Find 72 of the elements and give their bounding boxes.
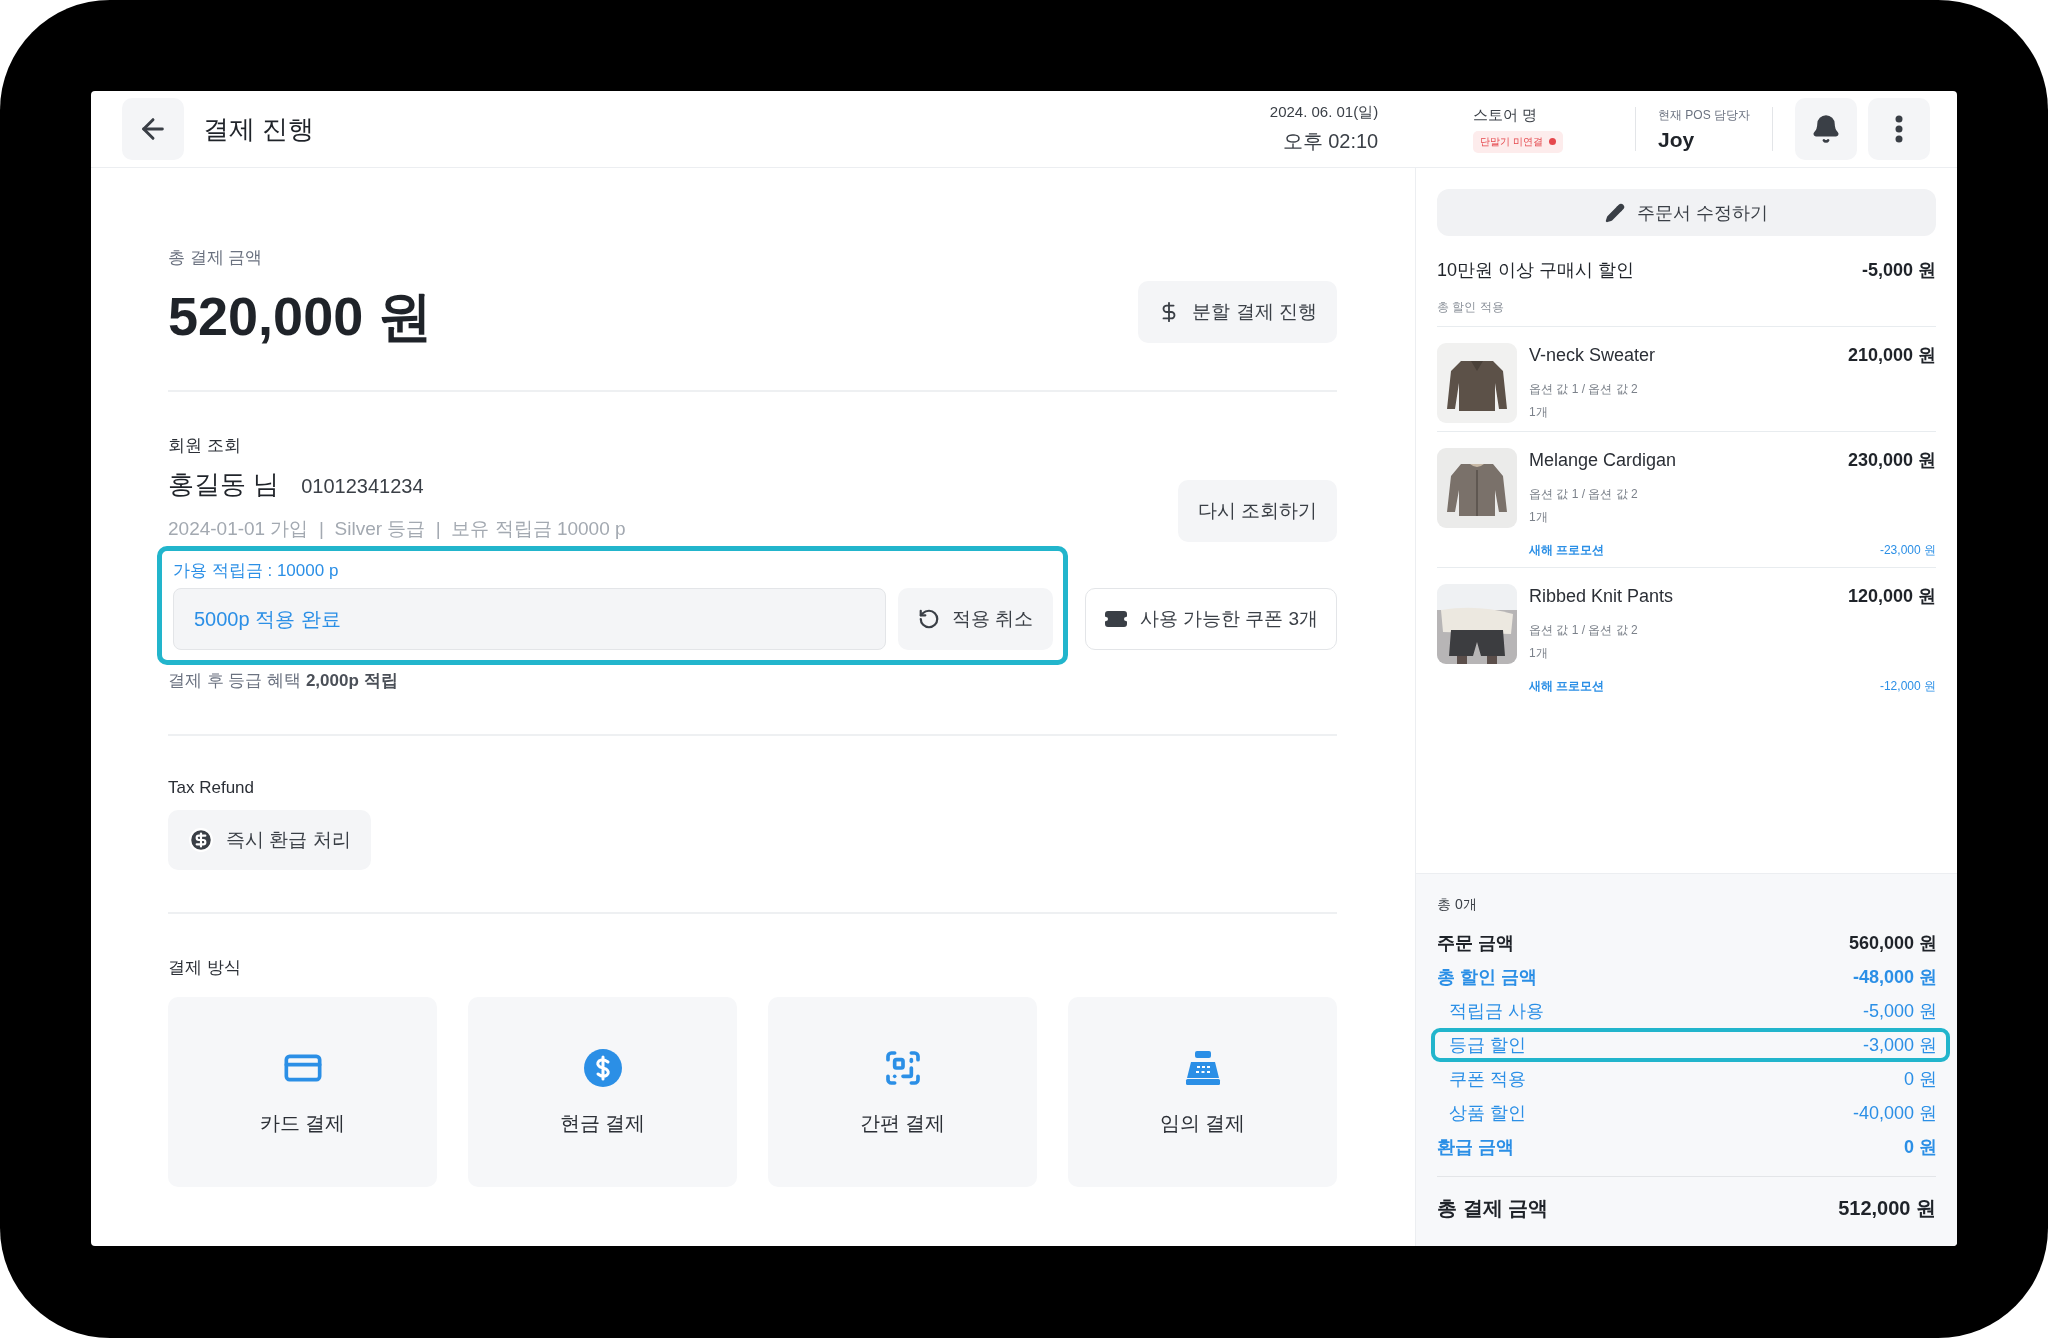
back-button[interactable] — [122, 98, 184, 160]
device-status-badge: 단말기 미연결 — [1473, 130, 1563, 153]
recheck-button[interactable]: 다시 조회하기 — [1177, 480, 1337, 542]
promotion-amount: -12,000 원 — [1879, 678, 1936, 695]
payment-method-label: 결제 방식 — [168, 957, 242, 979]
payment-method-card[interactable]: 간편 결제 — [768, 997, 1037, 1187]
benefit-text: 결제 후 등급 혜택 2,000p 적립 — [168, 670, 399, 692]
member-phone: 01012341234 — [301, 475, 424, 497]
split-payment-button[interactable]: 분할 결제 진행 — [1138, 280, 1337, 343]
dollar-coin-icon — [188, 827, 214, 853]
summary-amount: -40,000 원 — [1852, 1102, 1937, 1125]
promotion-label: 새해 프로모션 — [1529, 542, 1605, 559]
item-price: 120,000 원 — [1847, 585, 1936, 608]
summary-label: 환급 금액 — [1437, 1136, 1514, 1159]
staff-label: 현재 POS 담당자 — [1658, 106, 1750, 124]
payment-method-card[interactable]: 카드 결제 — [168, 997, 437, 1187]
item-options: 옵션 값 1 / 옵션 값 2 — [1529, 381, 1936, 398]
item-quantity: 1개 — [1529, 509, 1549, 526]
total-label: 총 결제 금액 — [168, 247, 264, 269]
summary-amount: 0 원 — [1904, 1068, 1937, 1091]
grand-total-label: 총 결제 금액 — [1437, 1196, 1549, 1221]
item-price: 210,000 원 — [1847, 344, 1936, 367]
undo-icon — [917, 608, 940, 630]
total-amount: 520,000 원 — [168, 285, 433, 348]
item-name: Melange Cardigan — [1529, 449, 1677, 471]
item-name: V-neck Sweater — [1529, 344, 1656, 366]
summary-label: 쿠폰 적용 — [1449, 1068, 1526, 1091]
coupon-button[interactable]: 사용 가능한 쿠폰 3개 — [1084, 588, 1337, 650]
member-label: 회원 조회 — [168, 435, 242, 457]
summary-label: 총 할인 금액 — [1437, 966, 1537, 989]
summary-label: 주문 금액 — [1437, 932, 1514, 955]
item-count: 총 0개 — [1437, 896, 1478, 914]
grand-total-amount: 512,000 원 — [1838, 1196, 1936, 1221]
page-title: 결제 진행 — [203, 112, 316, 146]
discount-note: 총 할인 적용 — [1437, 299, 1505, 316]
more-button[interactable] — [1868, 98, 1930, 160]
summary-amount: 560,000 원 — [1848, 932, 1937, 955]
summary-amount: 0 원 — [1904, 1136, 1937, 1159]
time-text: 오후 02:10 — [1282, 129, 1379, 154]
available-points: 가용 적립금 : 10000 p — [173, 560, 340, 582]
summary-amount: -48,000 원 — [1852, 966, 1937, 989]
item-options: 옵션 값 1 / 옵션 값 2 — [1529, 622, 1936, 639]
item-name: Ribbed Knit Pants — [1529, 585, 1674, 607]
item-quantity: 1개 — [1529, 645, 1549, 662]
item-options: 옵션 값 1 / 옵션 값 2 — [1529, 486, 1936, 503]
tax-refund-label: Tax Refund — [168, 778, 255, 798]
store-name: 스토어 명 — [1473, 105, 1538, 125]
promotion-label: 새해 프로모션 — [1529, 678, 1605, 695]
summary-label: 등급 할인 — [1449, 1034, 1526, 1057]
member-info: 2024-01-01 가입 | Silver 등급 | 보유 적립금 10000 p — [168, 517, 626, 541]
edit-order-button[interactable]: 주문서 수정하기 — [1437, 189, 1936, 236]
summary-label: 상품 할인 — [1449, 1102, 1526, 1125]
payment-method-card[interactable]: 임의 결제 — [1068, 997, 1337, 1187]
refund-button[interactable]: 즉시 환급 처리 — [168, 810, 371, 870]
pencil-icon — [1605, 202, 1625, 223]
item-quantity: 1개 — [1529, 404, 1549, 421]
promotion-amount: -23,000 원 — [1879, 542, 1936, 559]
discount-label: 10만원 이상 구매시 할인 — [1437, 259, 1635, 282]
more-icon — [1895, 115, 1903, 143]
bell-icon — [1811, 114, 1841, 144]
cancel-points-button[interactable]: 적용 취소 — [897, 588, 1053, 650]
dollar-coin-icon — [582, 1047, 623, 1088]
summary-label: 적립금 사용 — [1449, 1000, 1544, 1023]
date-text: 2024. 06. 01(일) — [1269, 103, 1379, 122]
summary-amount: -5,000 원 — [1862, 1000, 1937, 1023]
discount-amount: -5,000 원 — [1861, 259, 1936, 282]
member-name: 홍길동 님 — [168, 469, 280, 499]
notification-button[interactable] — [1795, 98, 1857, 160]
payment-method-card[interactable]: 현금 결제 — [468, 997, 737, 1187]
item-price: 230,000 원 — [1847, 449, 1936, 472]
summary-amount: -3,000 원 — [1862, 1034, 1937, 1057]
staff-name: Joy — [1658, 127, 1696, 152]
